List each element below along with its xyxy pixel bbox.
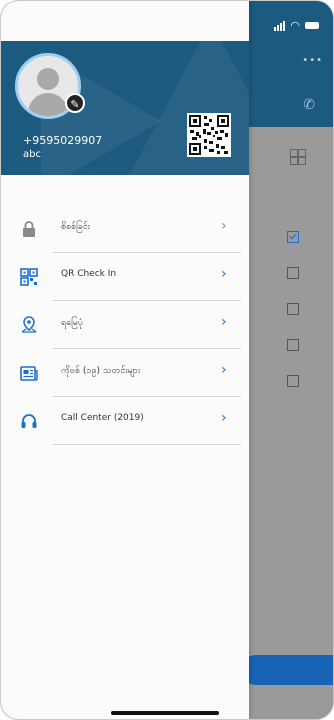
menu-item-call-center[interactable]: Call Center (2019) ›	[1, 397, 249, 445]
background-checkbox[interactable]	[287, 231, 299, 243]
chevron-right-icon: ›	[221, 362, 227, 378]
drawer-status-bar	[1, 1, 249, 41]
profile-header: ✎ +9595029907 abc	[1, 41, 249, 175]
chevron-right-icon: ›	[221, 218, 227, 234]
phone-frame: ◠ ••• ✆ ✎ +9595029907 abc စိစစ်ခြင်း › Q…	[0, 0, 334, 720]
menu-item-label: Call Center (2019)	[61, 413, 144, 423]
home-indicator[interactable]	[111, 711, 219, 715]
more-icon[interactable]: •••	[302, 55, 323, 66]
profile-phone: +9595029907	[23, 134, 103, 147]
news-icon	[20, 366, 38, 381]
phone-icon[interactable]: ✆	[303, 97, 315, 113]
menu-item-label: ကိုဗစ် (၁၉) သတင်းများ	[61, 366, 141, 376]
headset-icon	[21, 414, 37, 428]
background-checkbox[interactable]	[287, 375, 299, 387]
battery-icon	[305, 22, 319, 29]
profile-username: abc	[23, 149, 41, 160]
wifi-icon: ◠	[290, 19, 300, 32]
signal-icon	[274, 20, 286, 31]
status-bar-icons: ◠	[274, 19, 319, 32]
menu-item-label: ရမြေပုံ	[61, 318, 84, 328]
map-pin-icon	[21, 316, 37, 333]
menu-item-label: QR Check In	[61, 269, 117, 279]
menu-item-verification[interactable]: စိစစ်ခြင်း ›	[1, 205, 249, 253]
divider	[53, 444, 241, 445]
background-checkbox[interactable]	[287, 303, 299, 315]
qr-grid-icon	[20, 268, 38, 286]
background-checkbox[interactable]	[287, 339, 299, 351]
background-checkbox[interactable]	[287, 267, 299, 279]
qr-code-icon[interactable]	[187, 113, 231, 157]
menu-item-label: စိစစ်ခြင်း	[61, 222, 91, 232]
navigation-drawer: ✎ +9595029907 abc စိစစ်ခြင်း › QR Check …	[1, 1, 249, 719]
menu-item-covid-news[interactable]: ကိုဗစ် (၁၉) သတင်းများ ›	[1, 349, 249, 397]
chevron-right-icon: ›	[221, 314, 227, 330]
menu-item-map[interactable]: ရမြေပုံ ›	[1, 301, 249, 349]
background-action-button[interactable]	[241, 655, 333, 685]
edit-avatar-icon[interactable]: ✎	[65, 93, 85, 113]
chevron-right-icon: ›	[221, 410, 227, 426]
chevron-right-icon: ›	[221, 266, 227, 282]
lock-icon	[23, 221, 35, 237]
menu-item-qr-check-in[interactable]: QR Check In ›	[1, 253, 249, 301]
drawer-menu: စိစစ်ခြင်း › QR Check In › ရမြေပုံ › ကို…	[1, 205, 249, 445]
grid-icon[interactable]	[290, 149, 306, 165]
